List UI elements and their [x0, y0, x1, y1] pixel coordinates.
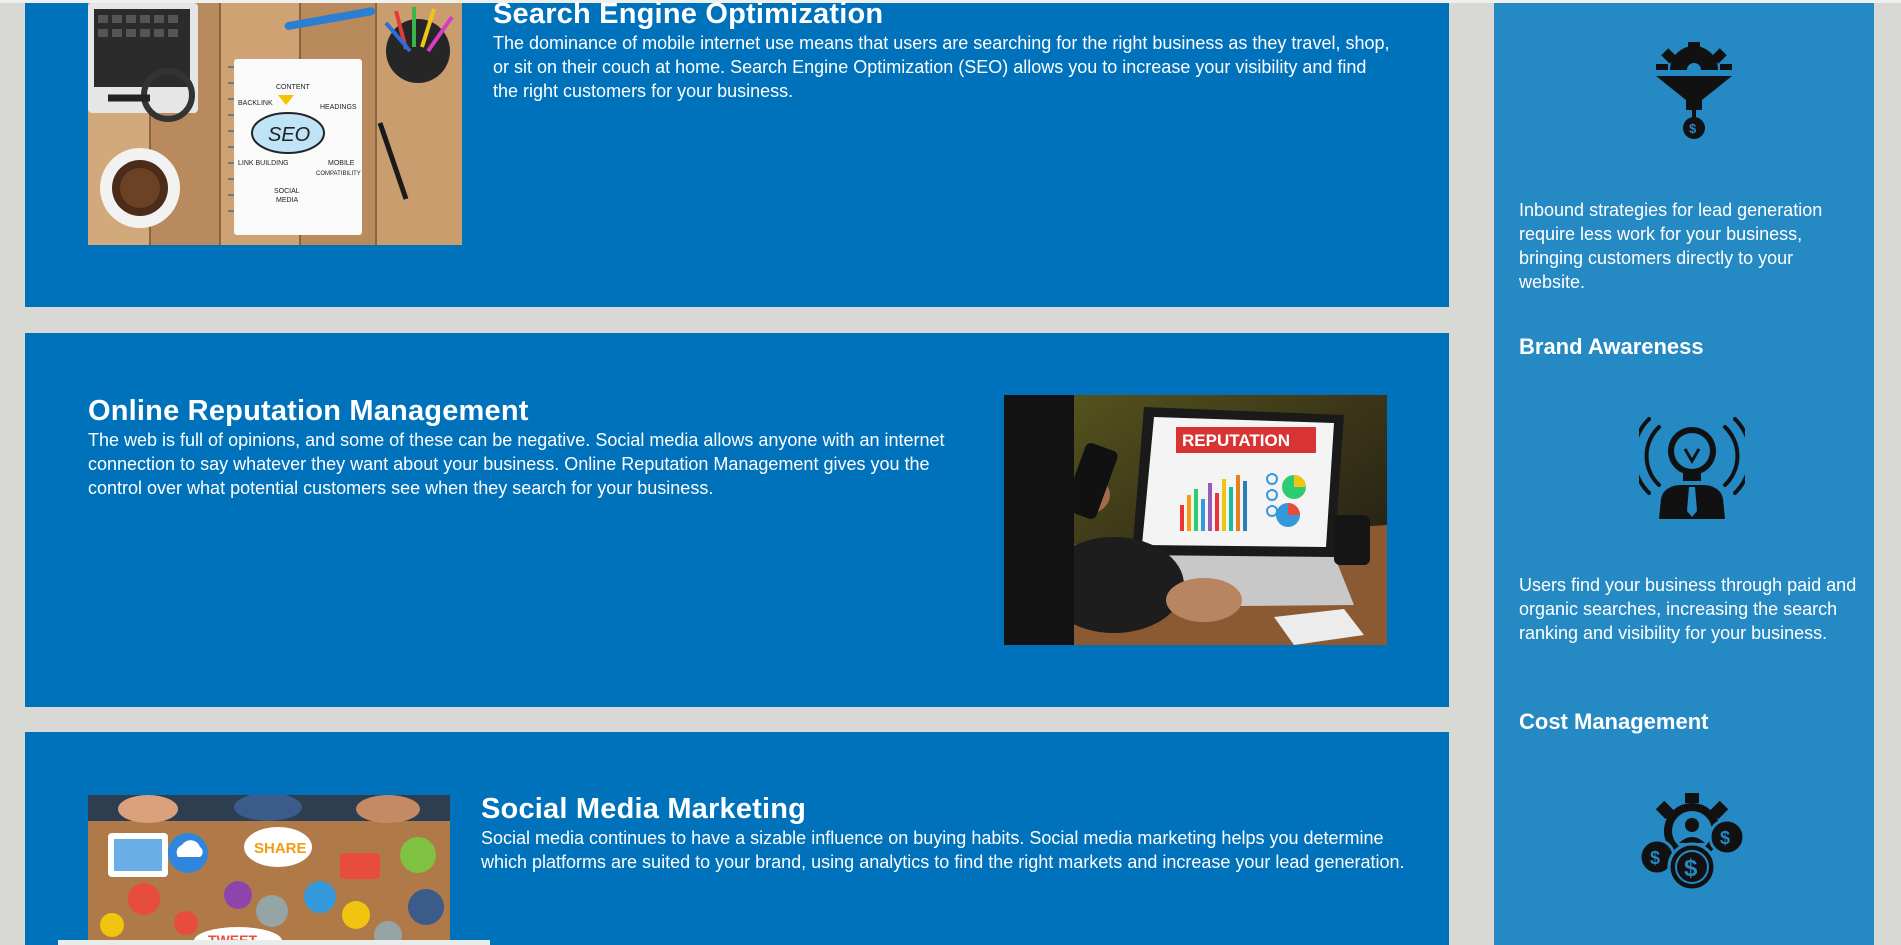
orm-image: REPUTATION: [1004, 395, 1387, 645]
svg-text:$: $: [1684, 855, 1698, 882]
smm-description: Social media continues to have a sizable…: [481, 828, 1405, 872]
seo-image-headings: HEADINGS: [320, 104, 357, 111]
gear-funnel-money-icon: $: [1652, 42, 1736, 139]
lead-generation-text: Inbound strategies for lead generation r…: [1519, 200, 1823, 292]
seo-image-mobile: MOBILE: [328, 160, 355, 167]
seo-image-link-building: LINK BUILDING: [238, 160, 289, 167]
svg-text:$: $: [1650, 848, 1660, 868]
seo-image-media: MEDIA: [276, 197, 299, 204]
svg-text:$: $: [1720, 828, 1730, 848]
orm-title: Online Reputation Management: [88, 395, 529, 427]
seo-image-label: SEO: [268, 124, 310, 146]
seo-image-compatibility: COMPATIBILITY: [316, 171, 361, 177]
svg-text:$: $: [1689, 121, 1697, 136]
orm-image-label: REPUTATION: [1182, 431, 1290, 450]
benefits-aside: $ Inbound strategies for lead generation…: [1494, 3, 1874, 945]
smm-section: SHARE TWEET Social Media Marketing Socia…: [25, 732, 1449, 945]
seo-image-content: CONTENT: [276, 84, 311, 91]
seo-description: The dominance of mobile internet use mea…: [493, 33, 1390, 101]
seo-text: Search Engine Optimization The dominance…: [493, 0, 1393, 103]
smm-image-share: SHARE: [254, 840, 307, 857]
seo-image-backlink: BACKLINK: [238, 100, 273, 107]
orm-section: Online Reputation Management The web is …: [25, 333, 1449, 707]
bottom-scroll-strip: [58, 940, 490, 945]
orm-description: The web is full of opinions, and some of…: [88, 430, 945, 498]
gear-coins-icon: $ $ $: [1639, 793, 1745, 892]
smm-title: Social Media Marketing: [481, 793, 807, 825]
seo-image-social: SOCIAL: [274, 188, 300, 195]
brand-awareness-text: Users find your business through paid an…: [1519, 575, 1857, 643]
seo-section: SEO CONTENT BACKLINK HEADINGS LINK BUILD…: [25, 0, 1449, 307]
smm-image: SHARE TWEET: [88, 795, 450, 945]
orm-text: Online Reputation Management The web is …: [88, 394, 988, 500]
smm-text: Social Media Marketing Social media cont…: [481, 792, 1421, 874]
cost-management-title: Cost Management: [1519, 709, 1709, 734]
seo-image: SEO CONTENT BACKLINK HEADINGS LINK BUILD…: [88, 3, 462, 245]
brand-awareness-title: Brand Awareness: [1519, 334, 1704, 359]
seo-title: Search Engine Optimization: [493, 0, 884, 30]
lightbulb-person-icon: [1639, 417, 1745, 519]
